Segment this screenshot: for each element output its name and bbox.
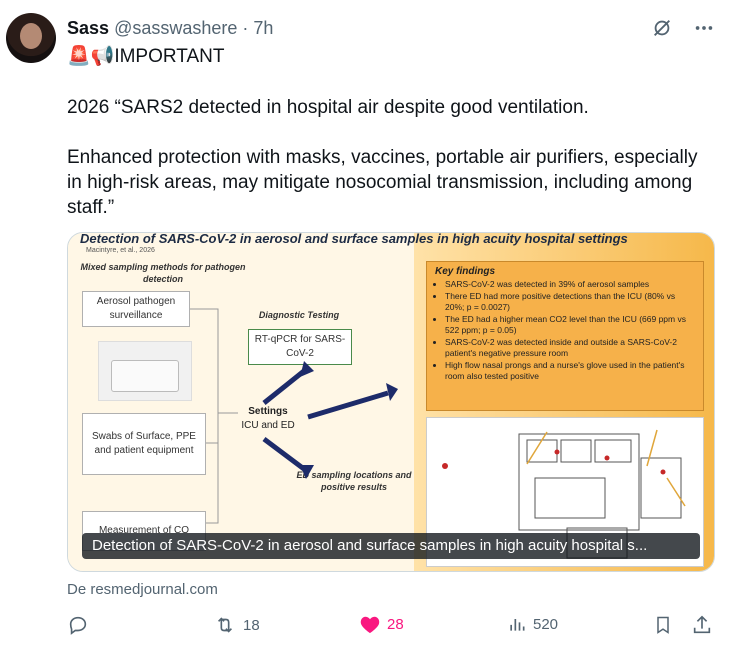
like-button[interactable]: 28	[359, 614, 404, 634]
heart-icon	[359, 614, 381, 634]
key-finding: There ED had more positive detections th…	[445, 291, 695, 313]
key-finding: The ED had a higher mean CO2 level than …	[445, 314, 695, 336]
bookmark-icon	[653, 614, 673, 636]
reply-button[interactable]	[67, 614, 95, 636]
share-button[interactable]	[691, 614, 713, 636]
key-finding: SARS-CoV-2 was detected inside and outsi…	[445, 337, 695, 359]
reply-icon	[67, 614, 89, 636]
post-header: Sass @sasswashere · 7h	[67, 17, 273, 39]
avatar[interactable]	[6, 13, 56, 63]
time-separator: ·	[242, 18, 249, 38]
share-icon	[691, 614, 713, 636]
media-attachment[interactable]: Detection of SARS-CoV-2 in aerosol and s…	[67, 232, 715, 572]
repost-count: 18	[243, 616, 260, 634]
post-top-actions	[650, 16, 716, 40]
source-link[interactable]: De resmedjournal.com	[67, 581, 218, 598]
like-count: 28	[387, 615, 404, 633]
flow-arrows	[190, 308, 398, 524]
author-handle[interactable]: @sasswashere	[114, 18, 237, 38]
bookmark-button[interactable]	[653, 614, 673, 636]
key-finding: High flow nasal prongs and a nurse's glo…	[445, 360, 695, 382]
key-finding: SARS-CoV-2 was detected in 39% of aeroso…	[445, 279, 695, 290]
more-icon[interactable]	[692, 16, 716, 40]
action-bar: 18 28 520	[67, 614, 717, 640]
repost-icon	[213, 614, 237, 636]
views-count: 520	[533, 615, 559, 633]
repost-button[interactable]: 18	[213, 614, 260, 636]
views-button[interactable]: 520	[507, 614, 558, 634]
author-name[interactable]: Sass	[67, 18, 109, 38]
views-icon	[507, 614, 527, 634]
key-findings-list: SARS-CoV-2 was detected in 39% of aeroso…	[435, 279, 695, 382]
post-headline: 🚨📢IMPORTANT	[67, 44, 717, 69]
post-time[interactable]: 7h	[253, 18, 273, 38]
media-caption: Detection of SARS-CoV-2 in aerosol and s…	[82, 533, 700, 559]
key-findings-title: Key findings	[435, 266, 496, 277]
headline-emoji: 🚨📢	[67, 46, 115, 67]
key-findings-box: Key findings SARS-CoV-2 was detected in …	[426, 261, 704, 411]
grok-icon[interactable]	[650, 16, 674, 40]
post-paragraph-1: 2026 “SARS2 detected in hospital air des…	[67, 97, 589, 118]
post-paragraph-2: Enhanced protection with masks, vaccines…	[67, 147, 698, 218]
headline-text: IMPORTANT	[114, 46, 225, 67]
